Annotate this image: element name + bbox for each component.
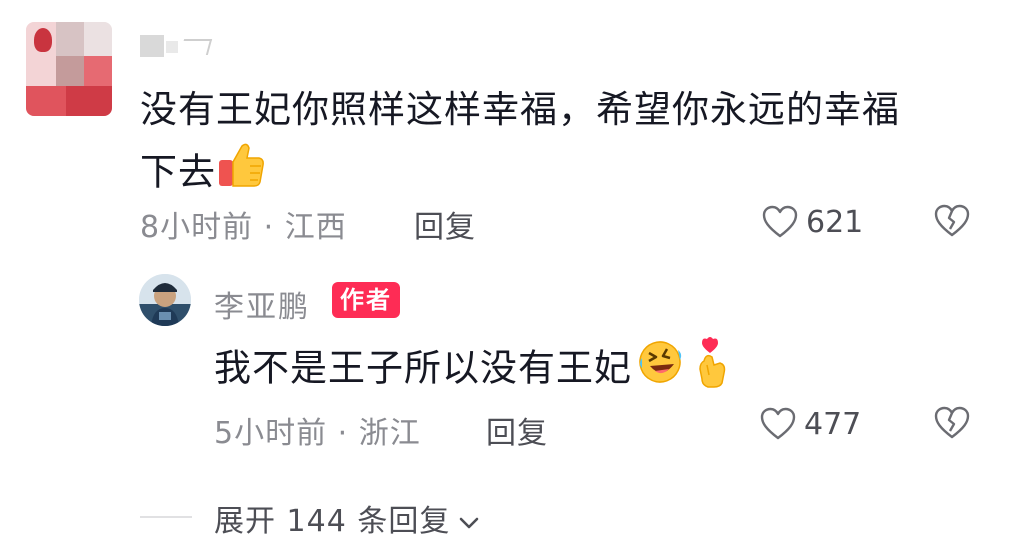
comment-time: 8小时前 — [140, 210, 254, 245]
broken-heart-icon — [934, 406, 970, 444]
comment-like-button[interactable]: 621 — [762, 202, 863, 242]
author-avatar[interactable] — [139, 274, 191, 326]
expand-replies-label: 展开 144 条回复 — [214, 504, 451, 539]
chevron-down-icon — [458, 507, 480, 529]
commenter-username-redacted[interactable] — [140, 35, 214, 57]
reply-text-body: 我不是王子所以没有王妃 — [214, 346, 632, 390]
author-username[interactable]: 李亚鹏 — [214, 282, 310, 326]
comment-dislike-button[interactable] — [934, 204, 970, 242]
meta-separator: · — [337, 416, 349, 451]
comment-meta: 8小时前 · 江西 — [140, 202, 347, 246]
thumbs-up-icon — [216, 140, 266, 208]
comment-location: 江西 — [284, 210, 347, 245]
reply-meta: 5小时前 · 浙江 — [214, 408, 421, 452]
reply-reply-button[interactable]: 回复 — [486, 408, 548, 452]
heart-outline-icon — [760, 407, 796, 441]
comment-text-line2: 下去 — [140, 150, 216, 194]
expand-replies-button[interactable]: 展开 144 条回复 — [214, 496, 480, 540]
finger-heart-icon — [690, 335, 730, 405]
reply-like-count: 477 — [804, 406, 862, 442]
meta-separator: · — [263, 210, 275, 245]
comment-text: 没有王妃你照样这样幸福，希望你永远的幸福 下去 — [140, 80, 960, 208]
expand-divider — [140, 516, 192, 518]
reply-dislike-button[interactable] — [934, 406, 970, 444]
comment-like-count: 621 — [806, 204, 864, 240]
author-badge: 作者 — [332, 282, 400, 318]
reply-like-button[interactable]: 477 — [760, 404, 861, 444]
reply-time: 5小时前 — [214, 416, 328, 451]
commenter-avatar[interactable] — [26, 22, 112, 116]
comment-text-line1: 没有王妃你照样这样幸福，希望你永远的幸福 — [140, 88, 900, 131]
reply-text: 我不是王子所以没有王妃 — [214, 335, 730, 405]
heart-outline-icon — [762, 205, 798, 239]
rolling-laughing-icon — [636, 338, 684, 402]
reply-location: 浙江 — [358, 416, 421, 451]
comment-reply-button[interactable]: 回复 — [414, 202, 476, 246]
broken-heart-icon — [934, 204, 970, 242]
